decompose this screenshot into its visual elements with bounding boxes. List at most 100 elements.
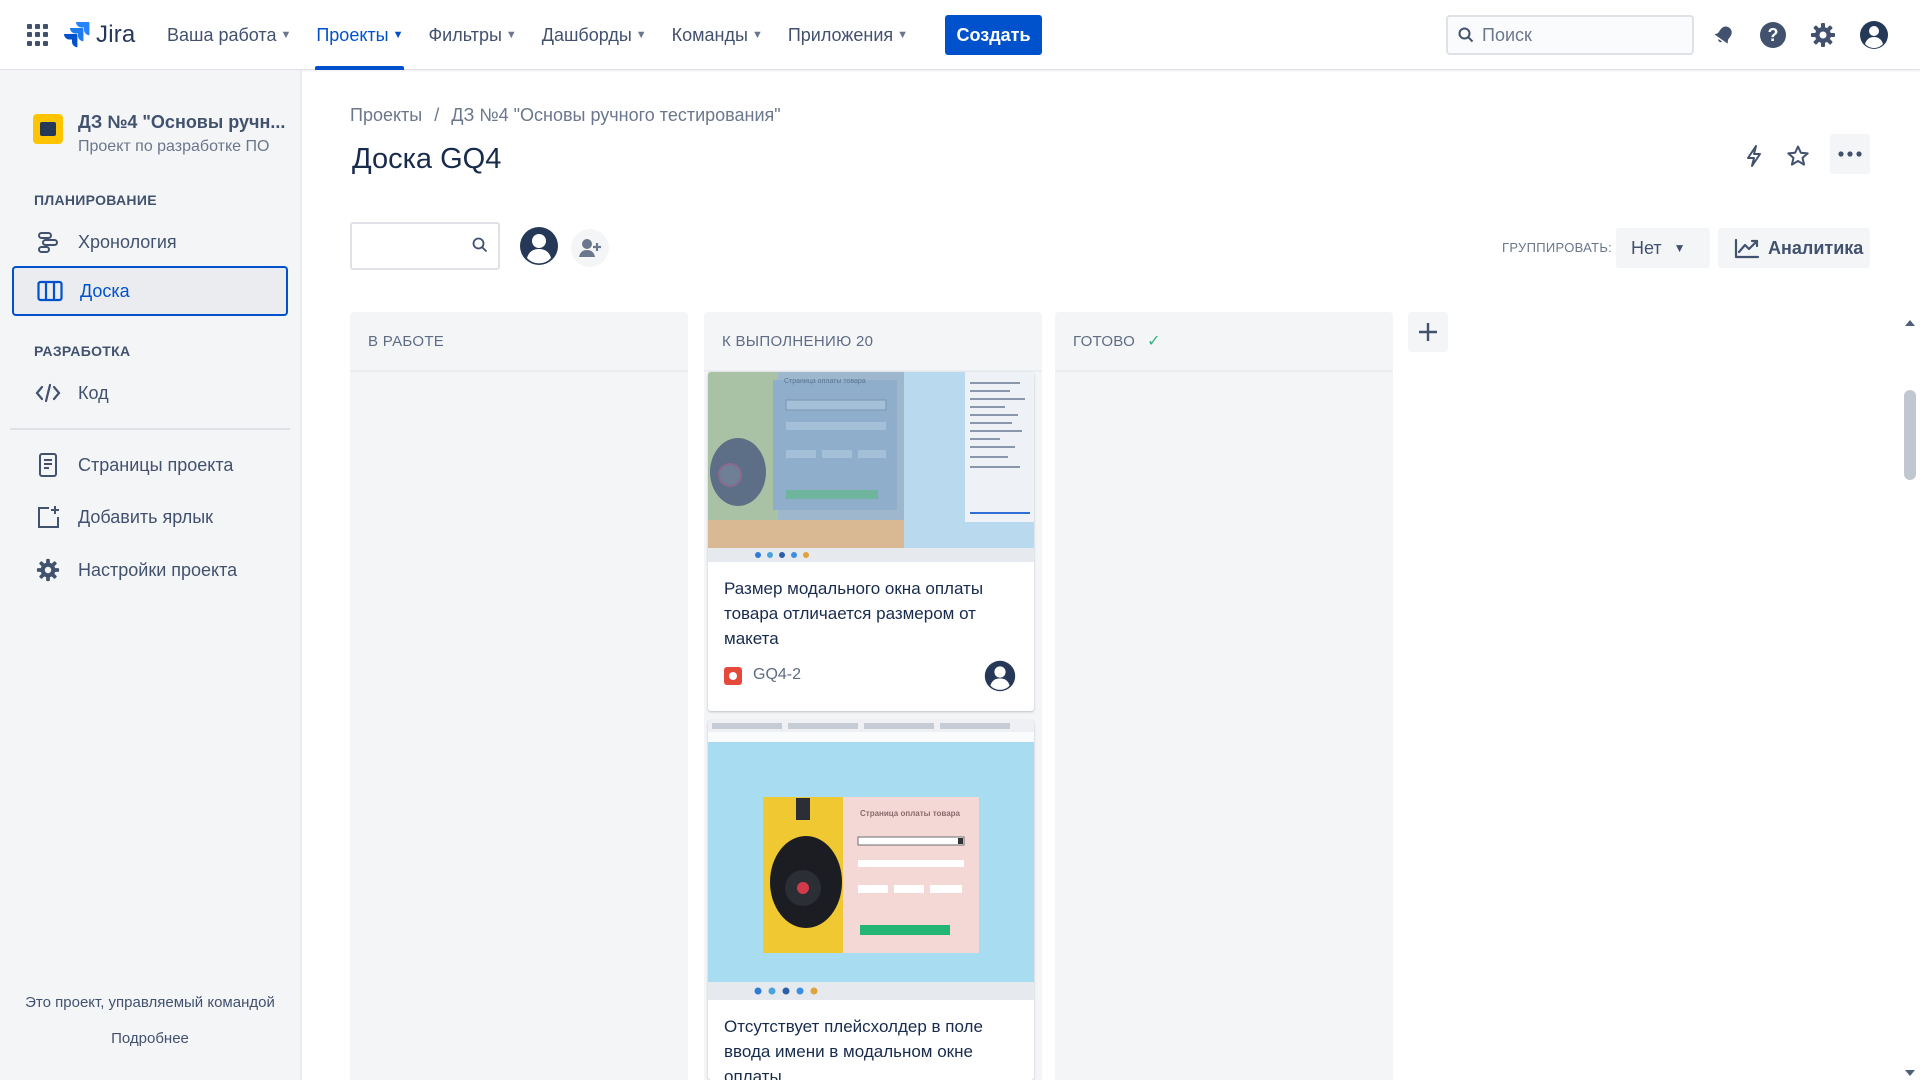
- attachment-thumbnail: Страница оплаты товара: [708, 372, 1034, 562]
- group-by-select[interactable]: Нет ▼: [1616, 228, 1710, 268]
- chevron-down-icon: ▼: [280, 29, 292, 41]
- sidebar-item-code[interactable]: Код: [12, 368, 288, 418]
- column-header: ГОТОВО ✓: [1055, 312, 1393, 372]
- sidebar-divider: [10, 428, 290, 430]
- chevron-down-icon: ▼: [897, 29, 909, 41]
- insights-button[interactable]: Аналитика: [1718, 228, 1870, 268]
- star-icon[interactable]: [1780, 138, 1816, 174]
- issue-card[interactable]: Страница оплаты товара Размер модального…: [708, 372, 1034, 711]
- card-footer: GQ4-2: [708, 651, 1034, 711]
- menu-label: Команды: [671, 24, 748, 45]
- notifications-icon[interactable]: [1708, 19, 1740, 51]
- breadcrumb-project[interactable]: ДЗ №4 "Основы ручного тестирования": [451, 105, 780, 126]
- chevron-down-icon: ▼: [751, 29, 763, 41]
- timeline-icon: [34, 228, 62, 256]
- search-icon: [472, 237, 488, 253]
- sidebar-item-board[interactable]: Доска: [12, 266, 288, 316]
- sidebar-item-label: Настройки проекта: [78, 559, 238, 580]
- issue-card[interactable]: Страница оплаты товара Отсутствует плейс…: [708, 720, 1034, 1080]
- sidebar-item-add-shortcut[interactable]: Добавить ярлык: [12, 492, 288, 542]
- add-column-button[interactable]: [1408, 312, 1448, 352]
- sidebar-item-label: Страницы проекта: [78, 454, 234, 475]
- chevron-down-icon: ▼: [505, 29, 517, 41]
- top-navigation: Jira Ваша работа ▼ Проекты ▼ Фильтры ▼ Дашб…: [0, 0, 1920, 70]
- menu-dashboards[interactable]: Дашборды ▼: [541, 0, 648, 70]
- group-by-value: Нет: [1631, 237, 1662, 258]
- column-header: К ВЫПОЛНЕНИЮ 20: [704, 312, 1042, 372]
- scroll-thumb[interactable]: [1904, 390, 1916, 480]
- column-done: ГОТОВО ✓: [1055, 312, 1393, 1080]
- chart-line-icon: [1734, 238, 1760, 259]
- plus-icon: [1419, 323, 1437, 341]
- learn-more-link[interactable]: Подробнее: [0, 1030, 300, 1047]
- chevron-down-icon: ▼: [1673, 241, 1686, 255]
- column-title: В РАБОТЕ: [368, 332, 445, 350]
- svg-text:?: ?: [1768, 25, 1779, 45]
- sidebar-item-label: Добавить ярлык: [78, 506, 214, 527]
- user-avatar-filter[interactable]: [519, 226, 559, 266]
- board-search-input[interactable]: [350, 222, 500, 270]
- thumbnail-caption: Страница оплаты товара: [784, 378, 866, 385]
- chevron-down-icon: ▼: [392, 29, 404, 41]
- more-actions-icon[interactable]: [1830, 134, 1870, 174]
- issue-summary: Размер модального окна оплаты товара отл…: [724, 579, 984, 648]
- scroll-down-arrow-icon[interactable]: [1905, 1070, 1915, 1076]
- menu-label: Проекты: [316, 24, 389, 45]
- sidebar-item-label: Доска: [80, 280, 130, 301]
- sidebar-item-timeline[interactable]: Хронология: [12, 217, 288, 267]
- sidebar-item-project-pages[interactable]: Страницы проекта: [12, 440, 288, 490]
- sidebar-item-project-settings[interactable]: Настройки проекта: [12, 545, 288, 595]
- search-input[interactable]: Поиск: [1446, 15, 1694, 55]
- vertical-scrollbar[interactable]: [1900, 312, 1920, 1080]
- attachment-thumbnail: Страница оплаты товара: [708, 720, 1034, 1000]
- menu-projects[interactable]: Проекты ▼: [315, 0, 405, 70]
- menu-label: Дашборды: [541, 24, 632, 45]
- main-menu: Ваша работа ▼ Проекты ▼ Фильтры ▼ Дашборды ▼…: [166, 0, 932, 70]
- breadcrumb-separator: /: [434, 105, 440, 125]
- settings-gear-icon: [34, 556, 62, 584]
- column-header: В РАБОТЕ: [350, 312, 688, 372]
- search-placeholder: Поиск: [1482, 24, 1532, 45]
- sidebar-item-label: Код: [78, 382, 109, 403]
- sidebar-item-label: Хронология: [78, 231, 177, 252]
- column-title: К ВЫПОЛНЕНИЮ 20: [722, 332, 874, 350]
- add-shortcut-icon: [34, 503, 62, 531]
- column-to-do: К ВЫПОЛНЕНИЮ 20 Страница оплаты товара Р…: [704, 312, 1042, 1080]
- bug-icon: [724, 667, 742, 685]
- breadcrumb-projects[interactable]: Проекты: [350, 105, 422, 126]
- menu-teams[interactable]: Команды ▼: [671, 0, 764, 70]
- check-icon: ✓: [1147, 333, 1161, 350]
- menu-label: Ваша работа: [167, 24, 277, 45]
- settings-gear-icon[interactable]: [1807, 19, 1839, 51]
- development-heading: РАЗРАБОТКА: [34, 343, 131, 359]
- insights-label: Аналитика: [1768, 237, 1864, 258]
- assignee-avatar[interactable]: [984, 660, 1016, 692]
- menu-your-work[interactable]: Ваша работа ▼: [166, 0, 292, 70]
- page-icon: [34, 451, 62, 479]
- logo-text: Jira: [96, 21, 136, 48]
- create-button[interactable]: Создать: [945, 15, 1042, 55]
- help-icon[interactable]: ?: [1757, 19, 1789, 51]
- column-in-progress: В РАБОТЕ: [350, 312, 688, 1080]
- search-icon: [1458, 27, 1474, 43]
- profile-avatar[interactable]: [1858, 19, 1890, 51]
- page-title: Доска GQ4: [352, 143, 502, 175]
- menu-filters[interactable]: Фильтры ▼: [427, 0, 517, 70]
- project-header[interactable]: ДЗ №4 "Основы ручн... Проект по разработ…: [33, 112, 285, 156]
- issue-summary: Отсутствует плейсхолдер в поле ввода име…: [724, 1017, 983, 1080]
- menu-apps[interactable]: Приложения ▼: [787, 0, 909, 70]
- jira-logo[interactable]: Jira: [64, 20, 135, 50]
- issue-key[interactable]: GQ4-2: [753, 666, 801, 684]
- automation-icon[interactable]: [1736, 138, 1772, 174]
- project-type: Проект по разработке ПО: [78, 138, 270, 155]
- project-avatar-icon: [33, 114, 63, 144]
- menu-label: Фильтры: [428, 24, 502, 45]
- add-people-icon[interactable]: [571, 229, 609, 267]
- breadcrumb: Проекты / ДЗ №4 "Основы ручного тестиров…: [350, 105, 781, 126]
- team-managed-note: Это проект, управляемый командой: [25, 994, 275, 1011]
- thumbnail-caption: Страница оплаты товара: [860, 809, 960, 818]
- group-by-label: ГРУППИРОВАТЬ:: [1502, 240, 1613, 255]
- scroll-up-arrow-icon[interactable]: [1905, 320, 1915, 326]
- project-name: ДЗ №4 "Основы ручн...: [78, 112, 286, 132]
- app-switcher-icon[interactable]: [26, 23, 50, 47]
